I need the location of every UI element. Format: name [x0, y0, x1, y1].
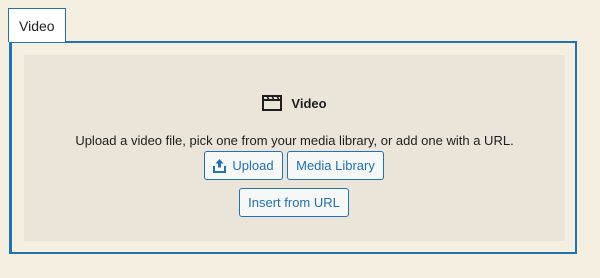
placeholder-title-text: Video [291, 95, 327, 111]
media-library-button[interactable]: Media Library [287, 151, 384, 180]
block-tab-label: Video [19, 17, 55, 34]
upload-icon [213, 158, 227, 173]
block-tab-video[interactable]: Video [8, 8, 66, 42]
video-clapperboard-icon [262, 95, 283, 111]
upload-button[interactable]: Upload [204, 151, 283, 180]
video-block[interactable]: Video Upload a video file, pick one from… [9, 41, 577, 254]
editor-canvas: Video Video Upload a video file, pick on… [0, 0, 600, 278]
placeholder-instructions: Upload a video file, pick one from your … [75, 133, 514, 148]
video-placeholder: Video Upload a video file, pick one from… [24, 55, 565, 241]
insert-from-url-button[interactable]: Insert from URL [239, 188, 349, 217]
placeholder-title: Video [24, 95, 565, 111]
upload-button-label: Upload [232, 158, 274, 173]
